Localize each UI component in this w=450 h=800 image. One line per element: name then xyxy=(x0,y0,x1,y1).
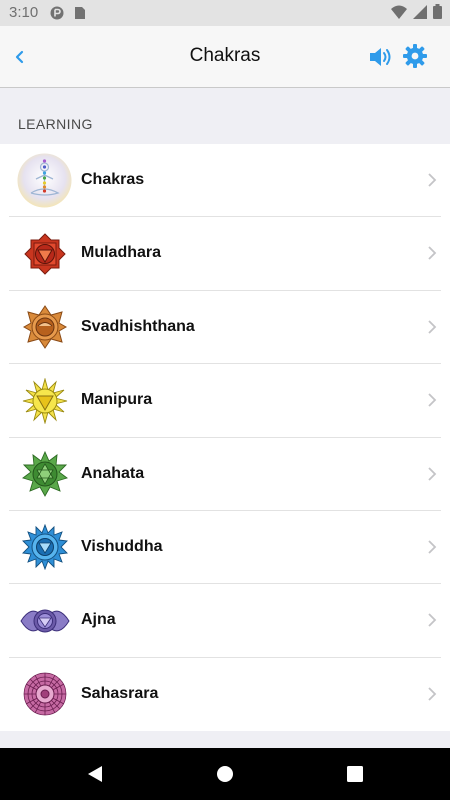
list-item-label: Sahasrara xyxy=(81,684,159,702)
back-triangle-icon[interactable] xyxy=(86,764,104,784)
svadhishthana-chakra-icon xyxy=(22,305,67,350)
status-bar: 3:10 xyxy=(0,0,450,26)
battery-icon xyxy=(433,4,442,19)
chakra-list: Chakras Muladhara Svadhishthana Manipura… xyxy=(0,144,450,732)
notification-icon xyxy=(50,6,64,20)
signal-icon xyxy=(413,4,427,19)
list-item-vishuddha[interactable]: Vishuddha xyxy=(0,511,450,585)
chevron-right-icon xyxy=(428,466,437,481)
list-item-manipura[interactable]: Manipura xyxy=(0,364,450,438)
chevron-right-icon xyxy=(428,613,437,627)
system-navigation-bar xyxy=(0,748,450,800)
list-item-label: Svadhishthana xyxy=(81,317,195,335)
list-item-label: Anahata xyxy=(81,464,145,482)
chevron-right-icon xyxy=(428,687,437,701)
status-time: 3:10 xyxy=(9,4,39,21)
section-header-learning: LEARNING xyxy=(18,116,93,132)
list-item-label: Muladhara xyxy=(81,244,162,262)
home-circle-icon[interactable] xyxy=(216,764,234,784)
anahata-chakra-icon xyxy=(21,451,68,497)
muladhara-chakra-icon xyxy=(23,233,66,275)
chevron-right-icon xyxy=(428,246,437,261)
list-item-label: Chakras xyxy=(81,171,145,188)
vishuddha-chakra-icon xyxy=(21,524,68,571)
list-item-svadhishthana[interactable]: Svadhishthana xyxy=(0,291,450,365)
sahasrara-chakra-icon xyxy=(23,672,66,716)
chevron-right-icon xyxy=(428,393,437,407)
wifi-icon xyxy=(391,5,407,19)
sound-speaker-icon[interactable] xyxy=(366,43,394,71)
meditation-figure-icon xyxy=(17,153,72,208)
list-item-label: Ajna xyxy=(81,611,116,629)
list-item-muladhara[interactable]: Muladhara xyxy=(0,217,450,291)
list-item-sahasrara[interactable]: Sahasrara xyxy=(0,658,450,731)
list-item-ajna[interactable]: Ajna xyxy=(0,584,450,658)
list-item-anahata[interactable]: Anahata xyxy=(0,438,450,511)
chevron-right-icon xyxy=(428,173,437,187)
manipura-chakra-icon xyxy=(22,377,67,424)
sd-card-icon xyxy=(75,7,85,19)
list-item-label: Vishuddha xyxy=(81,537,163,555)
chevron-right-icon xyxy=(428,320,437,334)
ajna-chakra-icon xyxy=(19,609,70,633)
list-item-chakras[interactable]: Chakras xyxy=(0,144,450,218)
recents-square-icon[interactable] xyxy=(346,764,364,784)
chevron-right-icon xyxy=(428,540,437,554)
list-item-label: Manipura xyxy=(81,391,153,409)
gear-icon[interactable] xyxy=(402,43,428,69)
navigation-bar: Chakras xyxy=(0,26,450,88)
